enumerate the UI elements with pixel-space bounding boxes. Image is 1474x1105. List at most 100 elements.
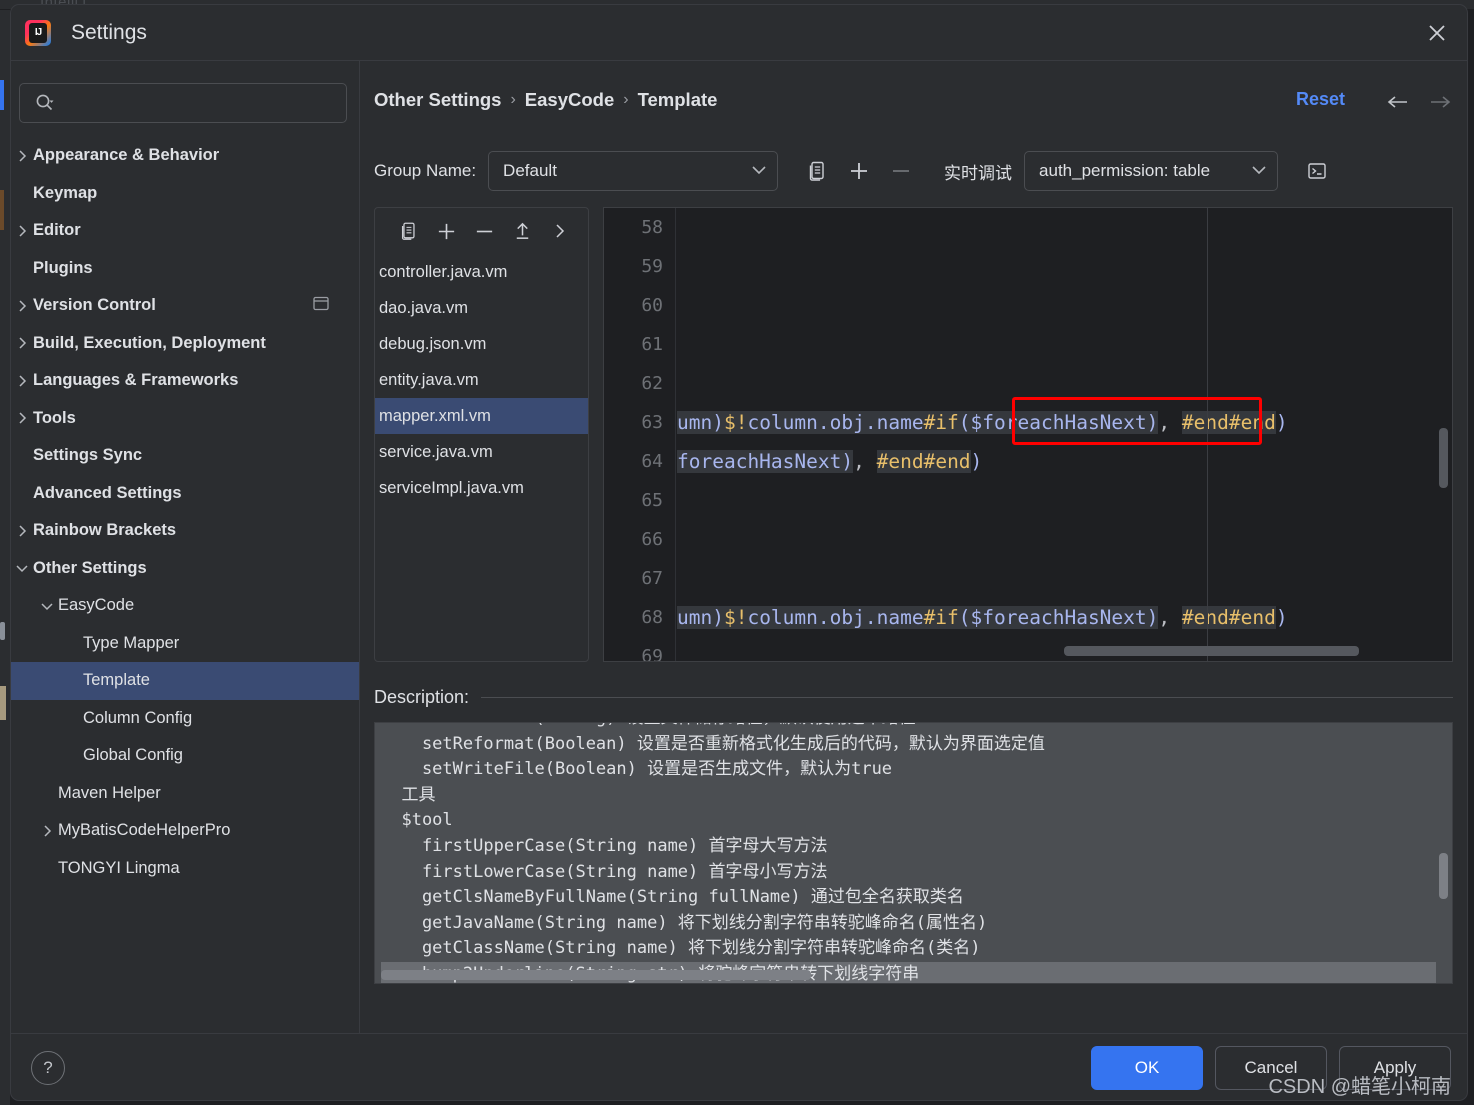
- group-name-label: Group Name:: [374, 161, 477, 180]
- arrow-right-icon[interactable]: [1423, 87, 1457, 117]
- settings-tree-pane: Appearance & Behavior Keymap Editor Plugins…: [11, 61, 360, 1033]
- description-line: $tool: [381, 810, 453, 831]
- sidebar-item-label: Plugins: [33, 258, 93, 277]
- sidebar-item-settings-sync[interactable]: Settings Sync: [11, 437, 359, 475]
- sidebar-item-plugins[interactable]: Plugins: [11, 250, 359, 288]
- sidebar-item-advanced-settings[interactable]: Advanced Settings: [11, 475, 359, 513]
- template-file-item[interactable]: debug.json.vm: [375, 326, 588, 362]
- sidebar-item-tongyi-lingma[interactable]: TONGYI Lingma: [11, 850, 359, 888]
- sidebar-item-appearance-behavior[interactable]: Appearance & Behavior: [11, 137, 359, 175]
- sidebar-item-type-mapper[interactable]: Type Mapper: [11, 625, 359, 663]
- sidebar-item-rainbow-brackets[interactable]: Rainbow Brackets: [11, 512, 359, 550]
- sidebar-item-build-execution-deployment[interactable]: Build, Execution, Deployment: [11, 325, 359, 363]
- ok-button[interactable]: OK: [1091, 1045, 1203, 1090]
- sidebar-item-tools[interactable]: Tools: [11, 400, 359, 438]
- sidebar-item-easycode[interactable]: EasyCode: [11, 587, 359, 625]
- help-button[interactable]: ?: [31, 1050, 65, 1085]
- description-line: 工具: [381, 784, 436, 805]
- sidebar-item-other-settings[interactable]: Other Settings: [11, 550, 359, 588]
- description-box[interactable]: setSavePath(String) 设置文件储存路径，默认使用选中路径 se…: [374, 722, 1453, 984]
- line-number: 69: [641, 646, 663, 662]
- sidebar-item-template[interactable]: Template: [11, 662, 359, 700]
- editor-vertical-scrollbar[interactable]: [1439, 428, 1448, 488]
- window-icon: [313, 296, 329, 315]
- plus-icon[interactable]: [431, 216, 461, 246]
- sidebar-item-label: Rainbow Brackets: [33, 521, 177, 540]
- sidebar-item-label: Template: [83, 671, 150, 690]
- template-code-editor[interactable]: 58 59 60 61 62 63 64 65 66 67 68 69 umn)$!column.ob…: [603, 207, 1453, 662]
- breadcrumb-separator: ›: [510, 91, 516, 108]
- description-vertical-scrollbar[interactable]: [1439, 853, 1448, 899]
- chevron-right-icon[interactable]: [545, 216, 575, 246]
- breadcrumb-item[interactable]: Other Settings: [374, 89, 501, 111]
- code-token: $foreachHasNext: [970, 411, 1147, 434]
- code-line: foreachHasNext), #end#end): [677, 442, 1452, 481]
- sidebar-item-label: Other Settings: [33, 558, 147, 577]
- editor-code-area[interactable]: umn)$!column.obj.name#if($foreachHasNext…: [677, 208, 1452, 661]
- sidebar-item-languages-frameworks[interactable]: Languages & Frameworks: [11, 362, 359, 400]
- minus-icon[interactable]: [469, 216, 499, 246]
- sidebar-item-label: Tools: [33, 408, 76, 427]
- chevron-right-icon[interactable]: [11, 374, 33, 388]
- description-line: firstLowerCase(String name) 首字母小写方法: [381, 861, 828, 882]
- editor-line-number-gutter: 58 59 60 61 62 63 64 65 66 67 68 69: [604, 208, 676, 661]
- plus-icon[interactable]: [842, 154, 876, 188]
- template-file-item[interactable]: controller.java.vm: [375, 254, 588, 290]
- description-line: getClassName(String name) 将下划线分割字符串转驼峰命名…: [381, 938, 981, 959]
- arrow-left-icon[interactable]: [1381, 87, 1415, 117]
- chevron-down-icon: [1237, 162, 1267, 180]
- sidebar-item-global-config[interactable]: Global Config: [11, 737, 359, 775]
- line-number: 59: [641, 256, 663, 277]
- sidebar-item-editor[interactable]: Editor: [11, 212, 359, 250]
- cancel-button[interactable]: Cancel: [1215, 1045, 1327, 1090]
- code-token: column.obj.name: [747, 606, 924, 629]
- sidebar-item-mybatiscodehelperpro[interactable]: MyBatisCodeHelperPro: [11, 812, 359, 850]
- sidebar-item-label: Advanced Settings: [33, 483, 182, 502]
- debug-table-select[interactable]: auth_permission: table: [1024, 151, 1279, 191]
- editor-horizontal-scrollbar[interactable]: [1064, 646, 1359, 656]
- template-file-item[interactable]: entity.java.vm: [375, 362, 588, 398]
- code-token: #end#end: [1181, 411, 1276, 434]
- line-number: 64: [641, 451, 663, 472]
- search-icon: [34, 92, 56, 114]
- sidebar-item-column-config[interactable]: Column Config: [11, 700, 359, 738]
- chevron-right-icon[interactable]: [36, 824, 58, 838]
- chevron-down-icon: [737, 162, 767, 180]
- terminal-icon[interactable]: [1300, 154, 1334, 188]
- chevron-right-icon[interactable]: [11, 149, 33, 163]
- minus-icon[interactable]: [884, 154, 918, 188]
- template-file-item[interactable]: mapper.xml.vm: [375, 398, 588, 434]
- close-icon[interactable]: [1421, 17, 1453, 49]
- template-file-toolbar: [375, 208, 588, 254]
- template-file-item[interactable]: serviceImpl.java.vm: [375, 470, 588, 506]
- upload-icon[interactable]: [507, 216, 537, 246]
- template-file-item[interactable]: service.java.vm: [375, 434, 588, 470]
- chevron-right-icon[interactable]: [11, 411, 33, 425]
- description-horizontal-scrollbar[interactable]: [381, 970, 811, 980]
- template-file-item[interactable]: dao.java.vm: [375, 290, 588, 326]
- sidebar-item-maven-helper[interactable]: Maven Helper: [11, 775, 359, 813]
- chevron-right-icon[interactable]: [11, 299, 33, 313]
- copy-group-icon[interactable]: [800, 154, 834, 188]
- chevron-right-icon[interactable]: [11, 336, 33, 350]
- code-token: ): [1275, 606, 1288, 629]
- copy-icon[interactable]: [393, 216, 423, 246]
- sidebar-item-keymap[interactable]: Keymap: [11, 175, 359, 213]
- group-name-select[interactable]: Default: [488, 151, 779, 191]
- reset-button[interactable]: Reset: [1296, 89, 1345, 110]
- code-token: $!: [723, 411, 748, 434]
- settings-content-pane: Other Settings › EasyCode › Template Reset G…: [360, 61, 1467, 1033]
- breadcrumb-item[interactable]: EasyCode: [525, 89, 614, 111]
- chevron-right-icon[interactable]: [11, 224, 33, 238]
- chevron-down-icon[interactable]: [36, 601, 58, 611]
- breadcrumb-item[interactable]: Template: [638, 89, 718, 111]
- chevron-down-icon[interactable]: [11, 563, 33, 573]
- code-token: #if: [923, 606, 959, 629]
- apply-button[interactable]: Apply: [1339, 1045, 1451, 1090]
- chevron-right-icon[interactable]: [11, 524, 33, 538]
- sidebar-item-version-control[interactable]: Version Control: [11, 287, 359, 325]
- search-input[interactable]: [19, 83, 347, 123]
